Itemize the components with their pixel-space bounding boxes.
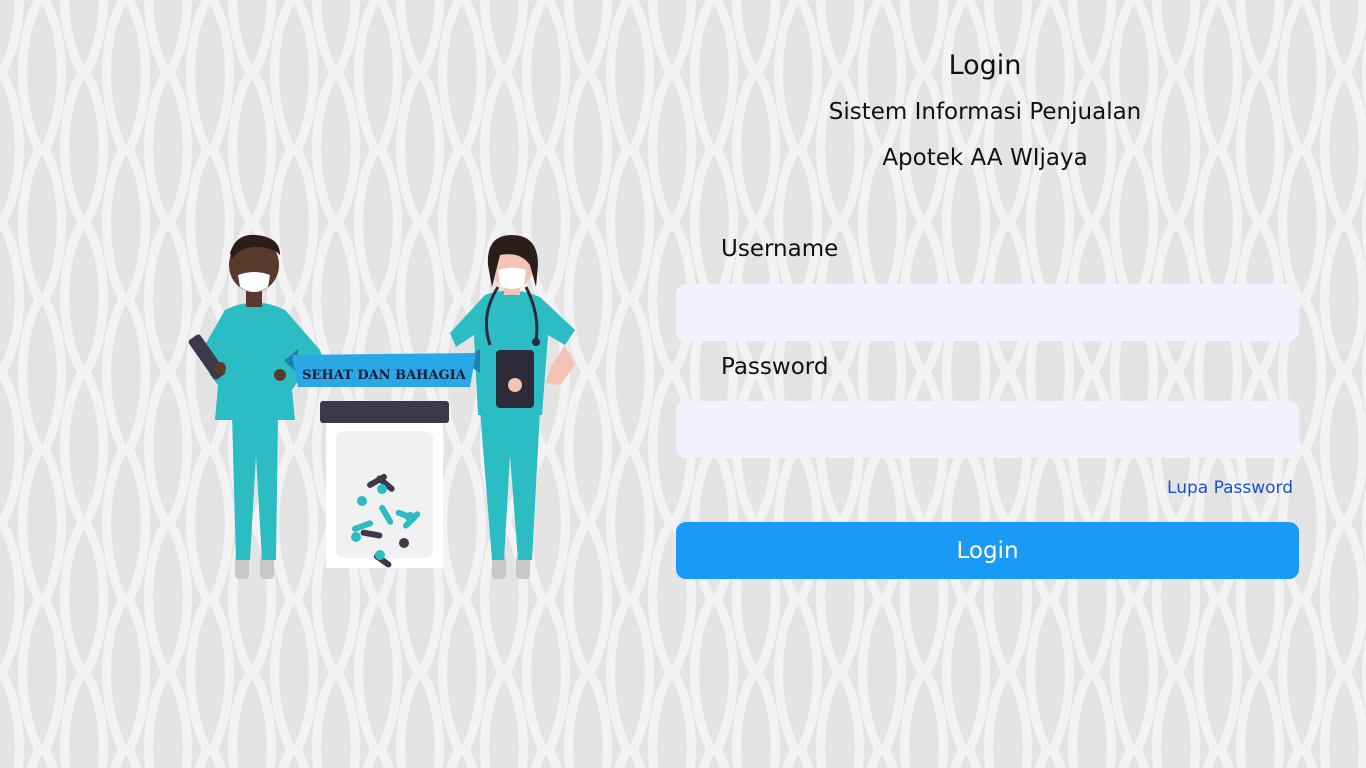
- nurses-illustration: SEHAT DAN BAHAGIA: [188, 234, 575, 579]
- password-label: Password: [721, 354, 829, 380]
- left-nurse-figure: [188, 234, 325, 579]
- pill-jar: [320, 401, 449, 568]
- page-title: Login: [948, 50, 1022, 81]
- password-input[interactable]: [676, 401, 1299, 458]
- banner-text: SEHAT DAN BAHAGIA: [302, 368, 467, 383]
- username-label: Username: [721, 236, 839, 262]
- app-subtitle-line2: Apotek AA WIjaya: [882, 145, 1088, 171]
- app-subtitle-line1: Sistem Informasi Penjualan: [828, 99, 1142, 125]
- login-panel: Login Sistem Informasi Penjualan Apotek …: [676, 0, 1299, 768]
- username-input[interactable]: [676, 284, 1299, 341]
- right-nurse-figure: [450, 235, 575, 579]
- forgot-password-link[interactable]: Lupa Password: [1167, 478, 1293, 498]
- login-button[interactable]: Login: [676, 522, 1299, 579]
